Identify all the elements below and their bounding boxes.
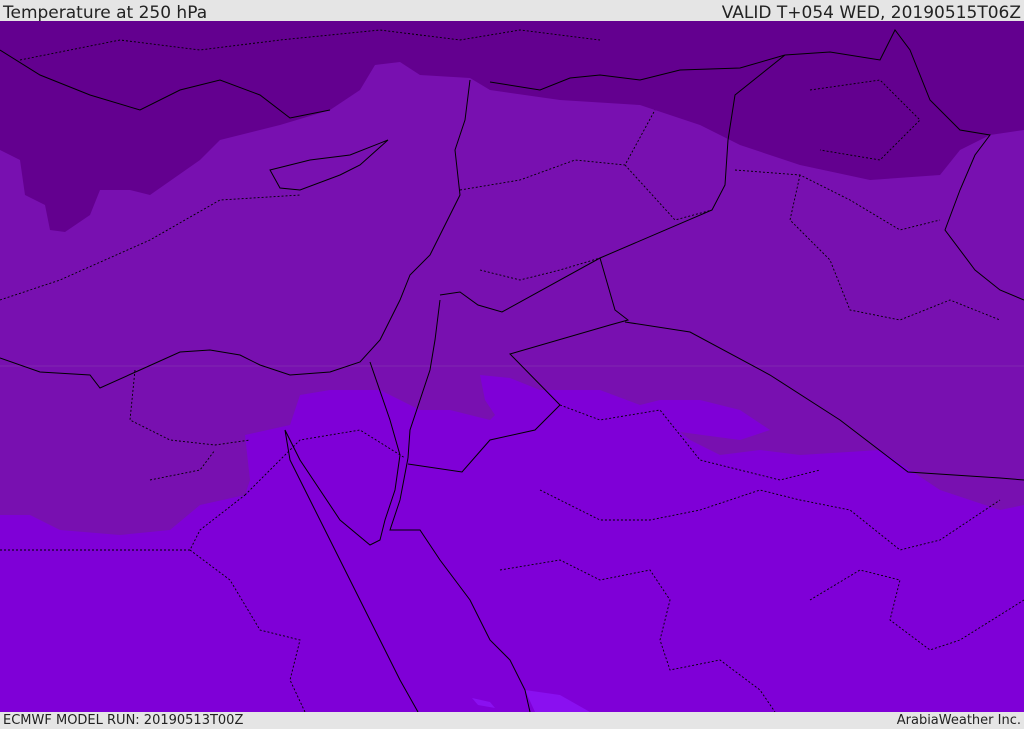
footer-bar: ECMWF MODEL RUN: 20190513T00Z ArabiaWeat… [0,712,1024,729]
header-bar: Temperature at 250 hPa VALID T+054 WED, … [0,0,1024,23]
valid-time: VALID T+054 WED, 20190515T06Z [721,3,1021,23]
temperature-map [0,21,1024,712]
model-run: ECMWF MODEL RUN: 20190513T00Z [3,713,244,728]
map-title: Temperature at 250 hPa [3,3,208,23]
credit-label: ArabiaWeather Inc. [896,713,1021,728]
